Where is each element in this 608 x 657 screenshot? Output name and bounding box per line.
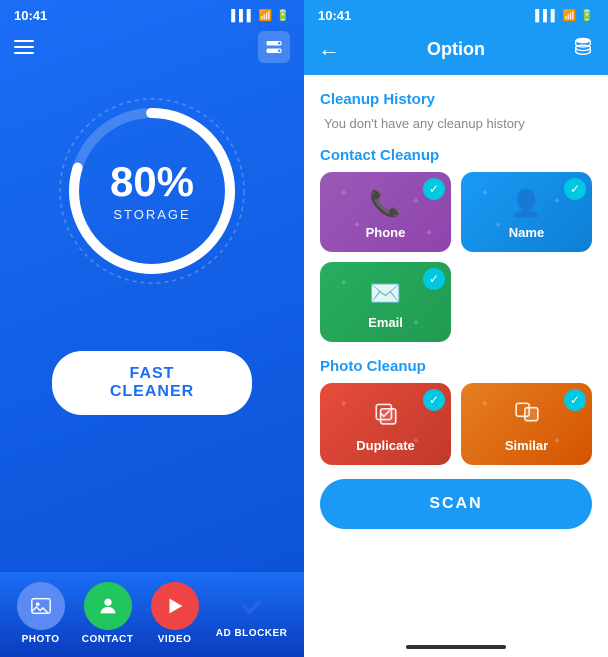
email-check-badge: ✓ — [423, 268, 445, 290]
photo-icon-circle — [17, 582, 65, 630]
gauge-text: 80% STORAGE — [110, 161, 194, 222]
scan-button[interactable]: SCAN — [320, 479, 592, 529]
name-card[interactable]: ✦ ✦ ✦ 👤 Name ✓ — [461, 172, 592, 252]
phone-check-badge: ✓ — [423, 178, 445, 200]
phone-card-label: Phone — [366, 225, 406, 240]
status-icons-left: ▌▌▌ 📶 🔋 — [231, 9, 290, 22]
empty-grid-slot — [461, 262, 592, 342]
phone-card[interactable]: ✦ ✦ ✦ ✦ 📞 Phone ✓ — [320, 172, 451, 252]
gauge-label: STORAGE — [113, 207, 190, 222]
header-left — [0, 27, 304, 71]
status-icons-right: ▌▌▌ 📶 🔋 — [535, 9, 594, 22]
database-icon — [572, 35, 594, 63]
menu-button[interactable] — [14, 40, 34, 54]
wifi-icon: 📶 — [259, 9, 273, 22]
similar-card-icon — [514, 399, 540, 432]
cleanup-history-empty: You don't have any cleanup history — [320, 116, 592, 131]
duplicate-card-icon — [373, 399, 399, 432]
storage-icon — [258, 31, 290, 63]
email-card[interactable]: ✦ ✦ ✉️ Email ✓ — [320, 262, 451, 342]
email-grid: ✦ ✦ ✉️ Email ✓ — [320, 262, 592, 342]
nav-item-adblocker[interactable]: AD BLOCKER — [216, 588, 288, 639]
name-check-badge: ✓ — [564, 178, 586, 200]
signal-icon: ▌▌▌ — [231, 10, 254, 22]
nav-item-photo[interactable]: PHOTO — [17, 582, 65, 645]
time-left: 10:41 — [14, 8, 47, 23]
duplicate-check-badge: ✓ — [423, 389, 445, 411]
nav-label-contact: CONTACT — [82, 634, 134, 645]
photo-cleanup-grid: ✦ ✦ Duplicate ✓ ✦ ✦ — [320, 383, 592, 465]
home-indicator — [406, 645, 506, 649]
name-card-icon: 👤 — [510, 188, 542, 219]
cleanup-history-title: Cleanup History — [320, 91, 592, 108]
nav-item-video[interactable]: VIDEO — [151, 582, 199, 645]
bottom-bar — [304, 637, 608, 657]
battery-icon-right: 🔋 — [580, 9, 594, 22]
status-bar-right: 10:41 ▌▌▌ 📶 🔋 — [304, 0, 608, 27]
nav-item-contact[interactable]: CONTACT — [82, 582, 134, 645]
similar-card[interactable]: ✦ ✦ Similar ✓ — [461, 383, 592, 465]
back-button[interactable]: ← — [318, 36, 340, 62]
duplicate-card-label: Duplicate — [356, 438, 415, 453]
video-icon-circle — [151, 582, 199, 630]
header-right: ← Option — [304, 27, 608, 75]
time-right: 10:41 — [318, 8, 351, 23]
battery-icon: 🔋 — [276, 9, 290, 22]
adblocker-icon — [234, 588, 270, 624]
nav-label-photo: PHOTO — [22, 634, 60, 645]
contact-cleanup-title: Contact Cleanup — [320, 147, 592, 164]
similar-check-badge: ✓ — [564, 389, 586, 411]
duplicate-card[interactable]: ✦ ✦ Duplicate ✓ — [320, 383, 451, 465]
nav-label-video: VIDEO — [158, 634, 192, 645]
phone-card-icon: 📞 — [369, 188, 401, 219]
storage-gauge: 80% STORAGE — [52, 91, 252, 291]
content-area: Cleanup History You don't have any clean… — [304, 75, 608, 637]
signal-icon-right: ▌▌▌ — [535, 10, 558, 22]
fast-cleaner-button[interactable]: FAST CLEANER — [52, 351, 252, 415]
email-card-icon: ✉️ — [369, 278, 401, 309]
page-title: Option — [352, 39, 560, 60]
similar-card-label: Similar — [505, 438, 548, 453]
left-panel: 10:41 ▌▌▌ 📶 🔋 — [0, 0, 304, 657]
status-bar-left: 10:41 ▌▌▌ 📶 🔋 — [0, 0, 304, 27]
name-card-label: Name — [509, 225, 544, 240]
wifi-icon-right: 📶 — [563, 9, 577, 22]
contact-cleanup-grid: ✦ ✦ ✦ ✦ 📞 Phone ✓ ✦ ✦ ✦ 👤 Name ✓ — [320, 172, 592, 252]
contact-icon-circle — [84, 582, 132, 630]
gauge-percent: 80% — [110, 161, 194, 203]
nav-label-adblocker: AD BLOCKER — [216, 628, 288, 639]
photo-cleanup-title: Photo Cleanup — [320, 358, 592, 375]
right-panel: 10:41 ▌▌▌ 📶 🔋 ← Option Cleanup History Y… — [304, 0, 608, 657]
bottom-nav: PHOTO CONTACT VIDEO — [0, 572, 304, 657]
email-card-label: Email — [368, 315, 403, 330]
